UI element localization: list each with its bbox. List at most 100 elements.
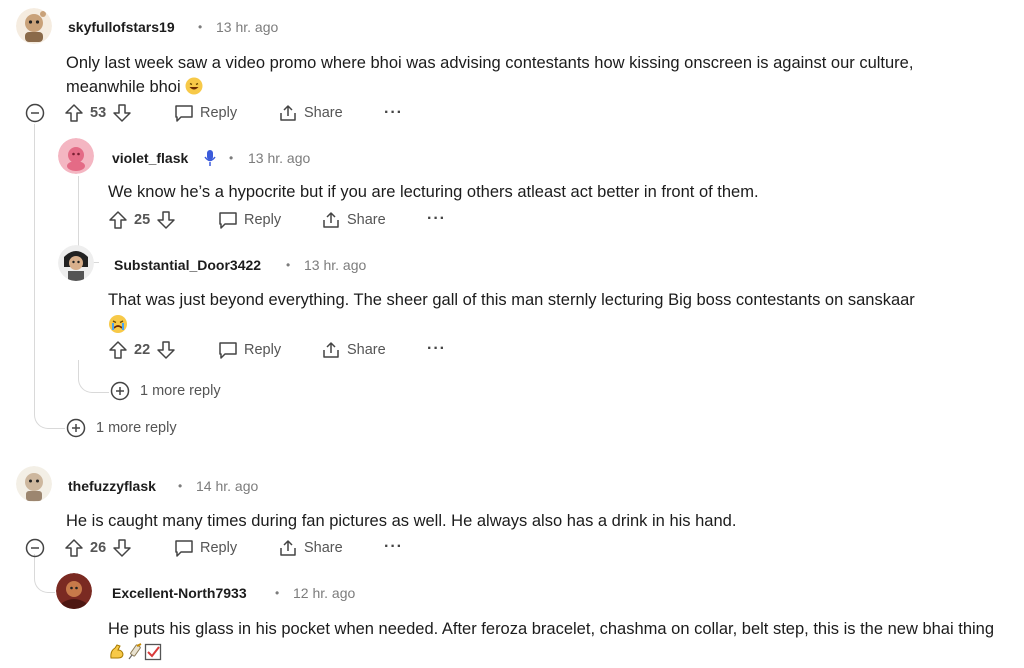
username[interactable]: Excellent-North7933 — [112, 585, 247, 601]
avatar[interactable] — [16, 466, 52, 502]
upvote-button[interactable] — [108, 210, 128, 230]
upvote-button[interactable] — [64, 538, 84, 558]
vote-count: 53 — [90, 105, 107, 121]
share-label: Share — [347, 212, 386, 228]
share-label: Share — [347, 342, 386, 358]
plus-circle-icon — [66, 418, 86, 438]
reply-button[interactable]: Reply — [218, 341, 281, 359]
speech-bubble-icon — [175, 105, 193, 122]
share-button[interactable]: Share — [321, 211, 386, 229]
arrow-up-icon — [109, 211, 127, 229]
reply-label: Reply — [244, 212, 282, 228]
vote-controls: 25 — [108, 210, 176, 230]
separator-dot: • — [198, 20, 203, 34]
vote-count: 25 — [134, 212, 151, 228]
crying-emoji-icon — [108, 314, 1008, 341]
vote-controls: 53 — [64, 103, 132, 123]
share-button[interactable]: Share — [321, 341, 386, 359]
comment-body: He is caught many times during fan pictu… — [66, 512, 737, 530]
more-options-button[interactable]: ··· — [384, 538, 403, 556]
more-replies-label: 1 more reply — [96, 420, 177, 436]
separator-dot: • — [229, 151, 234, 165]
more-replies-label: 1 more reply — [140, 383, 221, 399]
comment-body: We know he’s a hypocrite but if you are … — [108, 183, 759, 201]
comment-body: Only last week saw a video promo where b… — [66, 51, 986, 102]
more-replies-button[interactable]: 1 more reply — [110, 381, 221, 401]
arrow-down-icon — [113, 539, 131, 557]
upvote-button[interactable] — [64, 103, 84, 123]
username[interactable]: Substantial_Door3422 — [114, 257, 261, 273]
check-mark-box-icon — [144, 643, 162, 668]
downvote-button[interactable] — [156, 210, 176, 230]
comment-body: That was just beyond everything. The she… — [108, 288, 1008, 341]
microphone-icon — [203, 149, 217, 172]
arrow-up-icon — [65, 104, 83, 122]
upvote-button[interactable] — [108, 340, 128, 360]
more-replies-button[interactable]: 1 more reply — [66, 418, 177, 438]
thread-line — [34, 124, 35, 414]
reply-label: Reply — [200, 105, 238, 121]
share-icon — [323, 342, 339, 358]
ellipsis-icon: ··· — [427, 340, 446, 357]
vote-controls: 22 — [108, 340, 176, 360]
reply-label: Reply — [244, 342, 282, 358]
timestamp: 12 hr. ago — [293, 585, 356, 601]
ellipsis-icon: ··· — [427, 210, 446, 227]
timestamp: 14 hr. ago — [196, 478, 259, 494]
thread-branch — [34, 400, 65, 429]
minus-circle-icon — [25, 103, 45, 123]
arrow-up-icon — [109, 341, 127, 359]
comment-text: He puts his glass in his pocket when nee… — [108, 620, 995, 638]
ellipsis-icon: ··· — [384, 538, 403, 555]
share-icon — [280, 105, 296, 121]
share-button[interactable]: Share — [278, 539, 343, 557]
collapse-button[interactable] — [25, 538, 45, 563]
laughing-emoji-icon — [185, 77, 203, 102]
downvote-button[interactable] — [156, 340, 176, 360]
username[interactable]: skyfullofstars19 — [68, 19, 175, 35]
avatar[interactable] — [16, 8, 52, 44]
arrow-down-icon — [157, 341, 175, 359]
speech-bubble-icon — [219, 342, 237, 359]
timestamp: 13 hr. ago — [216, 19, 279, 35]
speech-bubble-icon — [219, 212, 237, 229]
share-label: Share — [304, 540, 343, 556]
comment-body: He puts his glass in his pocket when nee… — [108, 617, 998, 668]
avatar[interactable] — [56, 573, 92, 609]
reply-button[interactable]: Reply — [174, 539, 237, 557]
minus-circle-icon — [25, 538, 45, 558]
arrow-up-icon — [65, 539, 83, 557]
thread-branch — [78, 360, 109, 393]
flexed-biceps-emoji-icon — [108, 643, 126, 668]
separator-dot: • — [178, 479, 183, 493]
separator-dot: • — [275, 586, 280, 600]
vote-count: 26 — [90, 540, 107, 556]
comment-text: That was just beyond everything. The she… — [108, 291, 915, 309]
collapse-button[interactable] — [25, 103, 45, 128]
ellipsis-icon: ··· — [384, 104, 403, 121]
timestamp: 13 hr. ago — [248, 150, 311, 166]
downvote-button[interactable] — [112, 103, 132, 123]
speech-bubble-icon — [175, 540, 193, 557]
more-options-button[interactable]: ··· — [427, 340, 446, 358]
username[interactable]: violet_flask — [112, 150, 188, 166]
arrow-down-icon — [157, 211, 175, 229]
reply-label: Reply — [200, 540, 238, 556]
username[interactable]: thefuzzyflask — [68, 478, 156, 494]
arrow-down-icon — [113, 104, 131, 122]
vote-controls: 26 — [64, 538, 132, 558]
avatar[interactable] — [58, 245, 94, 281]
share-icon — [280, 540, 296, 556]
avatar[interactable] — [58, 138, 94, 174]
plus-circle-icon — [110, 381, 130, 401]
reply-button[interactable]: Reply — [218, 211, 281, 229]
downvote-button[interactable] — [112, 538, 132, 558]
separator-dot: • — [286, 258, 291, 272]
share-button[interactable]: Share — [278, 104, 343, 122]
more-options-button[interactable]: ··· — [427, 210, 446, 228]
share-icon — [323, 212, 339, 228]
share-label: Share — [304, 105, 343, 121]
timestamp: 13 hr. ago — [304, 257, 367, 273]
more-options-button[interactable]: ··· — [384, 104, 403, 122]
reply-button[interactable]: Reply — [174, 104, 237, 122]
